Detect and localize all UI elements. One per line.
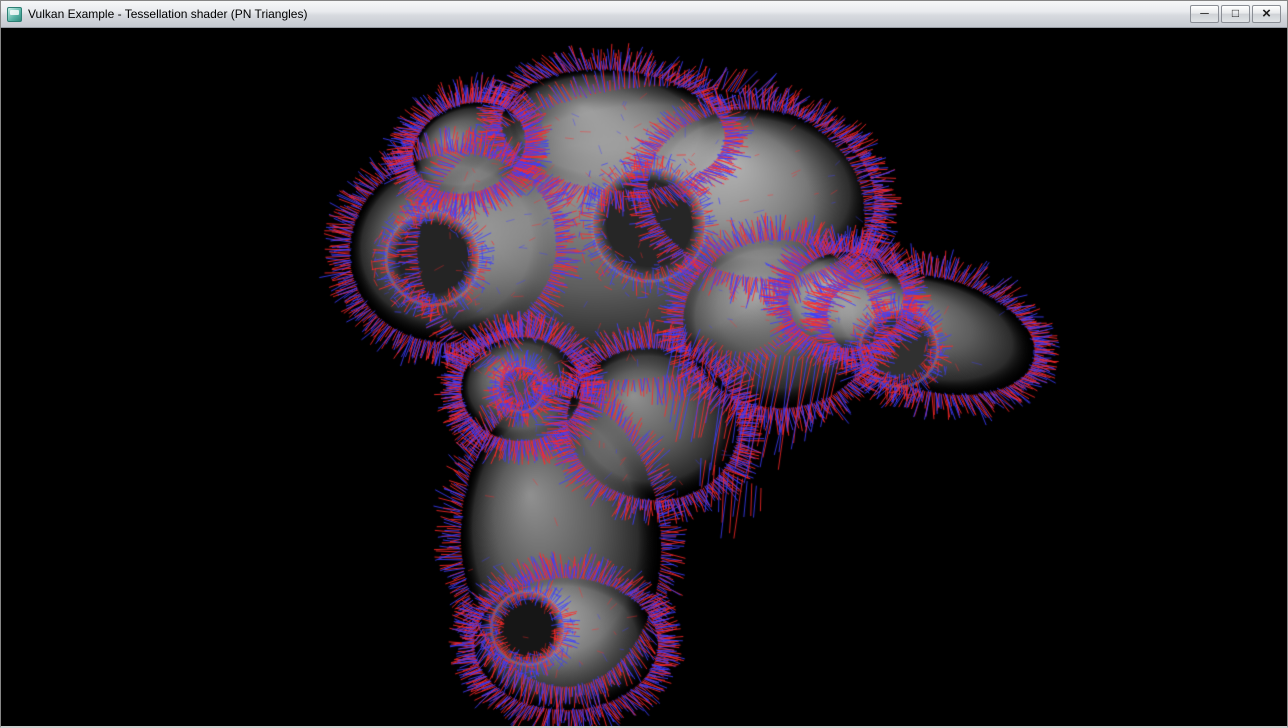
minimize-icon: ─	[1200, 7, 1209, 19]
maximize-button[interactable]: □	[1221, 5, 1250, 23]
render-canvas[interactable]	[1, 28, 1287, 726]
maximize-icon: □	[1232, 7, 1239, 19]
minimize-button[interactable]: ─	[1190, 5, 1219, 23]
window-title: Vulkan Example - Tessellation shader (PN…	[28, 7, 1184, 21]
app-icon[interactable]	[7, 7, 22, 22]
close-button[interactable]: ×	[1252, 5, 1281, 23]
window-controls: ─ □ ×	[1190, 5, 1281, 23]
app-window: Vulkan Example - Tessellation shader (PN…	[0, 0, 1288, 728]
close-icon: ×	[1262, 6, 1271, 21]
titlebar[interactable]: Vulkan Example - Tessellation shader (PN…	[1, 1, 1287, 28]
render-viewport	[1, 28, 1287, 726]
